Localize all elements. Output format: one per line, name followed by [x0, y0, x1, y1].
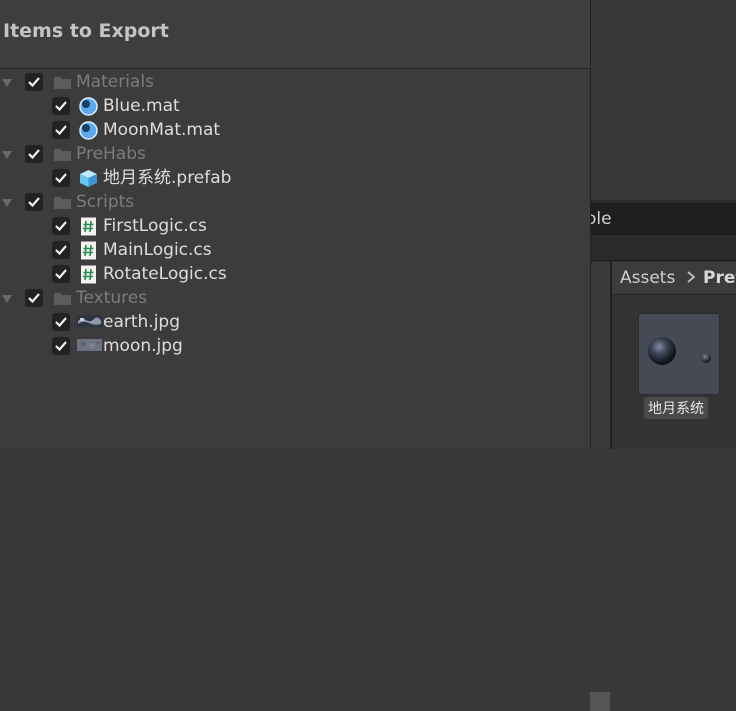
tree-folder-textures[interactable]: Textures: [0, 286, 590, 310]
checkbox[interactable]: [52, 169, 70, 187]
tree-item-blue-mat[interactable]: Blue.mat: [0, 94, 590, 118]
folder-icon: [54, 293, 71, 305]
tree-item-label: Blue.mat: [103, 96, 180, 116]
tree-item-label: Scripts: [76, 192, 135, 212]
chevron-right-icon: [687, 271, 696, 283]
tree-item-moonmat-mat[interactable]: MoonMat.mat: [0, 118, 590, 142]
folder-icon: [54, 77, 71, 89]
texture-thumbnail-icon: [77, 339, 102, 351]
tree-item-label: PreHabs: [76, 144, 146, 164]
asset-label[interactable]: 地月系统: [644, 397, 708, 419]
checkbox[interactable]: [52, 241, 70, 259]
scrollbar[interactable]: [590, 692, 610, 711]
toolbar-strip: [590, 236, 736, 261]
search-bar[interactable]: ole: [586, 203, 736, 235]
checkbox[interactable]: [52, 97, 70, 115]
texture-thumbnail-icon: [77, 315, 102, 327]
material-sphere-icon: [79, 97, 98, 116]
tree-item-label: MoonMat.mat: [103, 120, 221, 140]
tree-item-rotatelogic[interactable]: RotateLogic.cs: [0, 262, 590, 286]
tree-item-mainlogic[interactable]: MainLogic.cs: [0, 238, 590, 262]
checkbox[interactable]: [52, 337, 70, 355]
folder-tree-pane: [590, 262, 612, 711]
checkbox[interactable]: [52, 265, 70, 283]
csharp-script-icon: [81, 217, 96, 236]
tree-item-label: 地月系统.prefab: [103, 168, 232, 188]
asset-grid: 地月系统: [612, 295, 736, 449]
export-package-dialog: Items to Export Materials Blue.mat MoonM…: [0, 0, 591, 449]
tree-item-label: moon.jpg: [103, 336, 183, 356]
tree-folder-materials[interactable]: Materials: [0, 70, 590, 94]
tree-item-label: MainLogic.cs: [103, 240, 212, 260]
checkbox[interactable]: [52, 313, 70, 331]
project-window: ole Assets Prefa: [586, 0, 736, 711]
folder-icon: [54, 149, 71, 161]
tree-folder-scripts[interactable]: Scripts: [0, 190, 590, 214]
breadcrumb: Assets Prefa: [612, 262, 736, 295]
foldout-arrow-icon[interactable]: [2, 295, 12, 303]
tree-folder-prehabs[interactable]: PreHabs: [0, 142, 590, 166]
folder-icon: [54, 197, 71, 209]
tree-item-firstlogic[interactable]: FirstLogic.cs: [0, 214, 590, 238]
dialog-header: Items to Export: [0, 0, 590, 69]
tree-item-label: Materials: [76, 72, 154, 92]
breadcrumb-assets[interactable]: Assets: [620, 268, 675, 288]
tree-item-label: FirstLogic.cs: [103, 216, 207, 236]
dialog-title: Items to Export: [3, 20, 169, 42]
tree-item-label: RotateLogic.cs: [103, 264, 227, 284]
checkbox[interactable]: [25, 193, 43, 211]
foldout-arrow-icon[interactable]: [2, 79, 12, 87]
inspector-area: [590, 0, 736, 200]
prefab-cube-icon: [80, 170, 97, 187]
csharp-script-icon: [81, 265, 96, 284]
checkbox[interactable]: [52, 121, 70, 139]
tree-item-label: earth.jpg: [103, 312, 181, 332]
foldout-arrow-icon[interactable]: [2, 199, 12, 207]
checkbox[interactable]: [25, 145, 43, 163]
csharp-script-icon: [81, 241, 96, 260]
foldout-arrow-icon[interactable]: [2, 151, 12, 159]
breadcrumb-current-folder[interactable]: Prefa: [703, 268, 736, 288]
checkbox[interactable]: [25, 289, 43, 307]
material-sphere-icon: [79, 121, 98, 140]
tree-item-moon-jpg[interactable]: moon.jpg: [0, 334, 590, 358]
tree-item-prefab[interactable]: 地月系统.prefab: [0, 166, 590, 190]
checkbox[interactable]: [25, 73, 43, 91]
tree-item-label: Textures: [76, 288, 148, 308]
checkbox[interactable]: [52, 217, 70, 235]
export-tree: Materials Blue.mat MoonMat.mat PreHabs 地…: [0, 70, 590, 358]
prefab-preview-icon[interactable]: [638, 313, 720, 395]
tree-item-earth-jpg[interactable]: earth.jpg: [0, 310, 590, 334]
